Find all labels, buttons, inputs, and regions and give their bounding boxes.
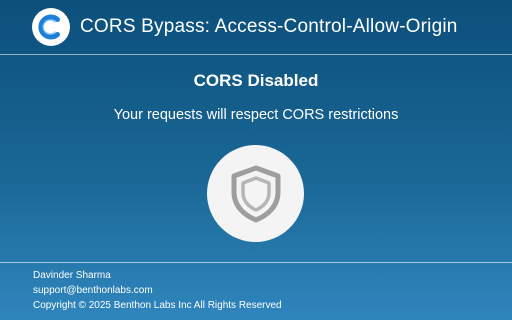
header: CORS Bypass: Access-Control-Allow-Origin [0,0,512,55]
author-name: Davinder Sharma [33,270,111,281]
status-title: CORS Disabled [193,71,319,90]
shield-icon [231,165,280,222]
popup-window: CORS Bypass: Access-Control-Allow-Origin… [0,0,512,320]
footer-divider [0,262,512,263]
support-email-link[interactable]: support@benthonlabs.com [33,283,282,298]
cors-toggle-button[interactable] [207,145,304,242]
status-description: Your requests will respect CORS restrict… [113,107,399,123]
copyright-text: Copyright © 2025 Benthon Labs Inc All Ri… [33,300,282,311]
app-title: CORS Bypass: Access-Control-Allow-Origin [80,16,458,37]
footer: Davinder Sharma support@benthonlabs.com … [33,268,282,313]
app-logo-icon [32,8,70,46]
